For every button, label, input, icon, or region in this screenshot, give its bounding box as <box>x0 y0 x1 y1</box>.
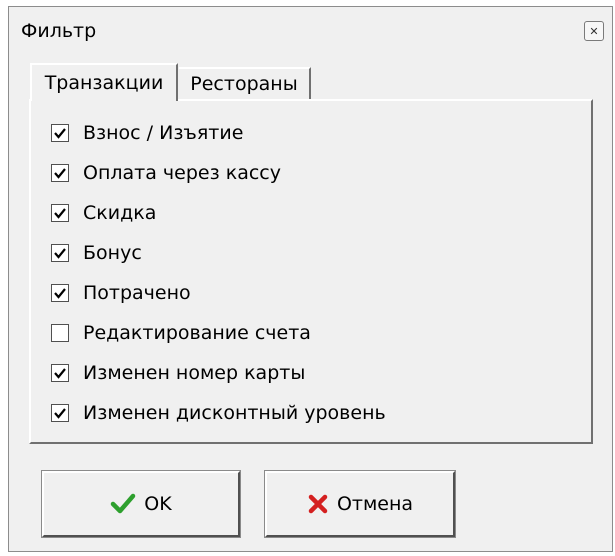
checkbox[interactable] <box>51 364 69 382</box>
tab-label: Транзакции <box>44 72 164 94</box>
ok-button[interactable]: OK <box>41 470 241 538</box>
checkbox-label: Скидка <box>83 202 157 224</box>
checkbox[interactable] <box>51 204 69 222</box>
filter-dialog: Фильтр ✕ Транзакции Рестораны Взнос / Из… <box>8 6 613 552</box>
cancel-button[interactable]: Отмена <box>264 470 456 538</box>
checkbox-pay-via-cashdesk[interactable]: Оплата через кассу <box>51 161 281 185</box>
checkbox[interactable] <box>51 164 69 182</box>
checkbox[interactable] <box>51 244 69 262</box>
checkbox-label: Оплата через кассу <box>83 162 281 184</box>
close-icon: ✕ <box>589 24 599 38</box>
checkbox-card-number-changed[interactable]: Изменен номер карты <box>51 361 305 385</box>
window-title: Фильтр <box>21 20 97 42</box>
checkbox[interactable] <box>51 284 69 302</box>
checkmark-icon <box>54 168 66 179</box>
checkbox-discount-level-changed[interactable]: Изменен дисконтный уровень <box>51 401 386 425</box>
checkbox[interactable] <box>51 404 69 422</box>
checkbox[interactable] <box>51 124 69 142</box>
checkbox-label: Изменен номер карты <box>83 362 306 384</box>
checkmark-icon <box>54 248 66 259</box>
checkmark-icon <box>54 368 66 379</box>
checkmark-icon <box>54 288 66 299</box>
close-button[interactable]: ✕ <box>584 21 604 41</box>
checkbox-discount[interactable]: Скидка <box>51 201 156 225</box>
tab-restaurants[interactable]: Рестораны <box>179 67 311 99</box>
checkmark-icon <box>110 493 136 515</box>
tab-label: Рестораны <box>190 73 298 95</box>
checkbox-label: Потрачено <box>83 282 191 304</box>
checkbox-deposit-withdrawal[interactable]: Взнос / Изъятие <box>51 121 243 145</box>
tab-transactions[interactable]: Транзакции <box>30 63 178 101</box>
tab-panel: Взнос / Изъятие Оплата через кассу Скидк… <box>29 99 593 444</box>
title-bar: Фильтр ✕ <box>9 7 612 53</box>
checkbox-label: Взнос / Изъятие <box>83 122 244 144</box>
cancel-label: Отмена <box>336 493 414 515</box>
ok-label: OK <box>144 493 172 515</box>
checkbox-spent[interactable]: Потрачено <box>51 281 191 305</box>
checkbox[interactable] <box>51 324 69 342</box>
checkmark-icon <box>54 128 66 139</box>
checkbox-label: Бонус <box>83 242 142 264</box>
checkbox-bonus[interactable]: Бонус <box>51 241 142 265</box>
x-icon <box>307 493 329 515</box>
checkbox-bill-editing[interactable]: Редактирование счета <box>51 321 311 345</box>
checkbox-label: Редактирование счета <box>83 322 311 344</box>
checkmark-icon <box>54 208 66 219</box>
checkbox-label: Изменен дисконтный уровень <box>83 402 386 424</box>
checkmark-icon <box>54 408 66 419</box>
